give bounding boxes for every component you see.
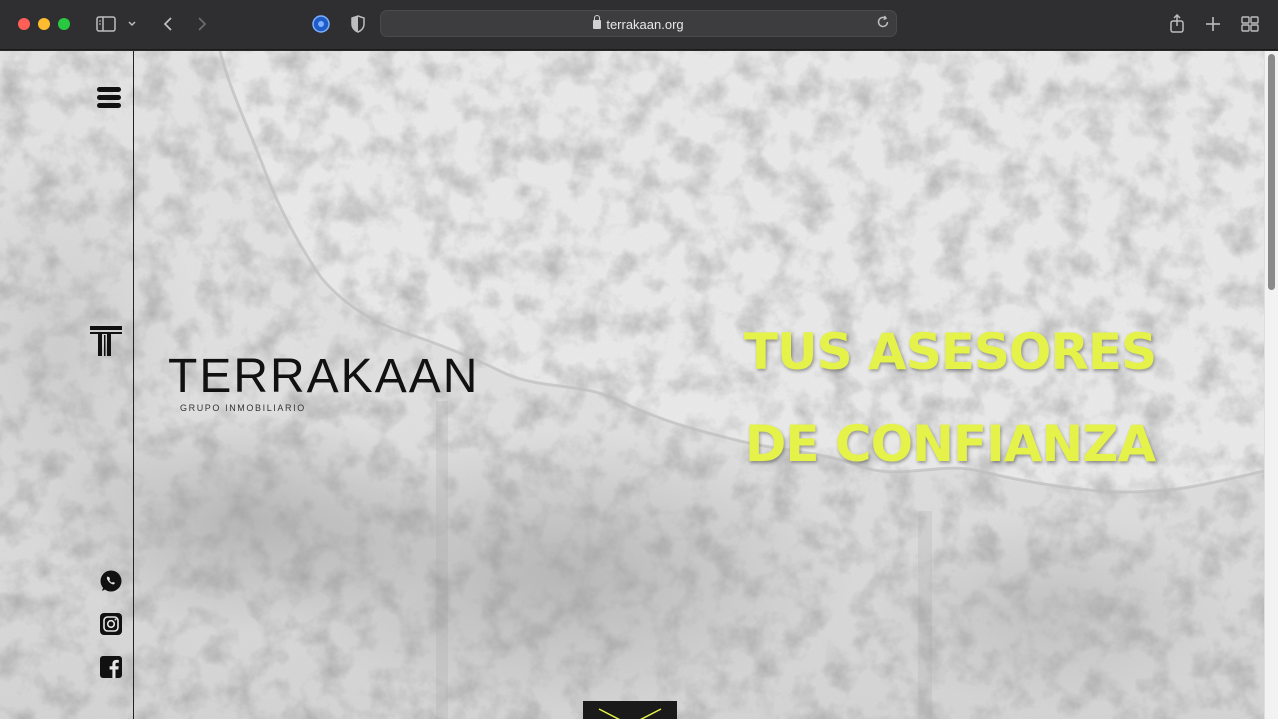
- menu-icon[interactable]: [97, 87, 121, 109]
- sidebar-icon[interactable]: [94, 13, 118, 35]
- brand-subtitle: GRUPO INMOBILIARIO: [180, 403, 306, 413]
- facebook-icon[interactable]: [99, 655, 123, 679]
- sidebar: [0, 51, 134, 719]
- lock-icon: [593, 15, 602, 29]
- hero-headline: TUS ASESORES DE CONFIANZA: [700, 306, 1200, 490]
- forward-icon[interactable]: [190, 13, 214, 35]
- scroll-down-button[interactable]: [583, 701, 677, 719]
- minimize-window-button[interactable]: [38, 18, 50, 30]
- maximize-window-button[interactable]: [58, 18, 70, 30]
- shield-icon[interactable]: [346, 13, 370, 35]
- page-scrollbar[interactable]: [1264, 51, 1278, 719]
- hero-section: TERRAKAAN GRUPO INMOBILIARIO TUS ASESORE…: [0, 51, 1264, 719]
- hero-line-2: DE CONFIANZA: [744, 415, 1156, 473]
- scrollbar-thumb[interactable]: [1268, 54, 1275, 290]
- close-window-button[interactable]: [18, 18, 30, 30]
- extension-icon[interactable]: [309, 13, 333, 35]
- brand-logo[interactable]: TERRAKAAN GRUPO INMOBILIARIO: [168, 350, 480, 414]
- tab-overview-icon[interactable]: [1238, 13, 1262, 35]
- chevron-down-icon: [598, 708, 662, 719]
- share-icon[interactable]: [1165, 13, 1189, 35]
- back-icon[interactable]: [156, 13, 180, 35]
- whatsapp-icon[interactable]: [99, 569, 123, 593]
- url-value: terrakaan.org: [606, 17, 684, 32]
- brand-name: TERRAKAAN: [168, 350, 480, 403]
- reload-icon[interactable]: [876, 15, 890, 33]
- hero-line-1: TUS ASESORES: [743, 323, 1157, 381]
- terrakaan-logo-icon[interactable]: [90, 326, 122, 356]
- url-text: terrakaan.org: [381, 15, 896, 32]
- browser-toolbar: terrakaan.org: [0, 0, 1278, 50]
- new-tab-icon[interactable]: [1201, 13, 1225, 35]
- instagram-icon[interactable]: [99, 612, 123, 636]
- chevron-down-icon[interactable]: [122, 13, 142, 35]
- address-bar[interactable]: terrakaan.org: [380, 10, 897, 37]
